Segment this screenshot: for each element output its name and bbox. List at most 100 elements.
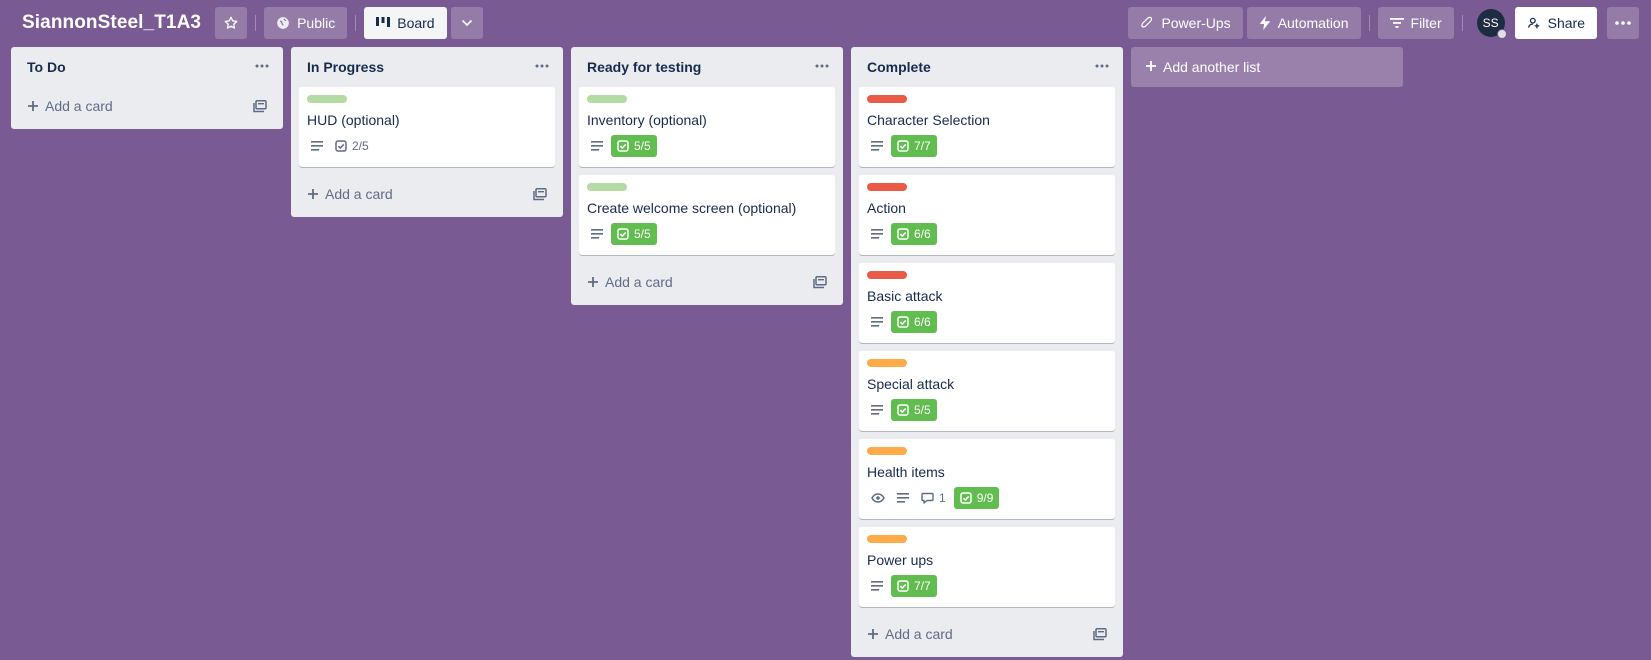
board-title[interactable]: SiannonSteel_T1A3 <box>12 6 211 40</box>
card-label[interactable] <box>867 447 907 455</box>
card[interactable]: Basic attack 6/6 <box>859 263 1115 343</box>
card-label[interactable] <box>307 95 347 103</box>
card[interactable]: HUD (optional) 2/5 <box>299 87 555 167</box>
list-header[interactable]: Complete <box>859 47 1115 87</box>
card-label[interactable] <box>867 359 907 367</box>
card[interactable]: Power ups 7/7 <box>859 527 1115 607</box>
add-list-label: Add another list <box>1163 59 1261 75</box>
template-icon[interactable] <box>533 187 547 201</box>
checklist-icon <box>959 492 972 504</box>
checklist-count: 2/5 <box>352 139 369 153</box>
list-menu-icon[interactable] <box>535 56 549 78</box>
template-icon[interactable] <box>813 275 827 289</box>
board-menu-button[interactable] <box>1607 7 1639 39</box>
card-title: Health items <box>867 464 945 480</box>
description-badge <box>867 399 887 421</box>
plus-icon <box>27 100 39 112</box>
eye-icon <box>871 493 885 503</box>
card-title: Action <box>867 200 906 216</box>
list-title[interactable]: Complete <box>867 59 931 75</box>
plus-icon <box>867 628 879 640</box>
checklist-badge: 6/6 <box>891 223 937 245</box>
power-ups-button[interactable]: Power-Ups <box>1128 7 1243 39</box>
visibility-button[interactable]: Public <box>264 7 348 39</box>
checklist-count: 6/6 <box>914 315 931 329</box>
checklist-count: 7/7 <box>914 139 931 153</box>
list-header[interactable]: To Do <box>19 47 275 87</box>
list-title[interactable]: Ready for testing <box>587 59 701 75</box>
card[interactable]: Inventory (optional) 5/5 <box>579 87 835 167</box>
card-label[interactable] <box>587 95 627 103</box>
checklist-badge: 7/7 <box>891 135 937 157</box>
checklist-badge: 5/5 <box>611 135 657 157</box>
header-divider <box>355 15 357 31</box>
board-canvas: To Do Add a card In Progress HUD (option… <box>11 47 1403 657</box>
list-menu-icon[interactable] <box>815 56 829 78</box>
card-title: HUD (optional) <box>307 112 400 128</box>
description-icon <box>871 405 883 415</box>
card[interactable]: Create welcome screen (optional) 5/5 <box>579 175 835 255</box>
rocket-icon <box>1140 16 1154 30</box>
add-card-button[interactable]: Add a card <box>859 615 1115 653</box>
share-button[interactable]: Share <box>1514 7 1597 39</box>
list-menu-icon[interactable] <box>1095 56 1109 78</box>
checklist-icon <box>617 228 629 240</box>
checklist-count: 7/7 <box>914 579 931 593</box>
list-menu-icon[interactable] <box>255 56 269 78</box>
card-title: Inventory (optional) <box>587 112 707 128</box>
card-badges: 2/5 <box>307 134 547 158</box>
avatar[interactable]: SS <box>1476 9 1507 39</box>
visibility-label: Public <box>297 15 336 31</box>
checklist-icon <box>897 404 909 416</box>
card-badges: 6/6 <box>867 222 1107 246</box>
header-divider <box>1461 15 1463 31</box>
add-list-button[interactable]: Add another list <box>1131 47 1403 87</box>
board-view-button[interactable]: Board <box>364 7 447 39</box>
card-title: Power ups <box>867 552 934 568</box>
checklist-icon <box>617 140 629 152</box>
template-icon[interactable] <box>253 99 267 113</box>
board-header: SiannonSteel_T1A3 Public Board Power-Ups <box>0 0 1651 46</box>
list-header[interactable]: Ready for testing <box>579 47 835 87</box>
add-card-button[interactable]: Add a card <box>19 87 275 125</box>
automation-button[interactable]: Automation <box>1246 7 1361 39</box>
card-label[interactable] <box>587 183 627 191</box>
description-badge <box>893 487 913 509</box>
add-card-button[interactable]: Add a card <box>299 175 555 213</box>
card-badges: 1 9/9 <box>867 486 1107 510</box>
description-icon <box>871 581 883 591</box>
checklist-count: 5/5 <box>634 139 651 153</box>
list: In Progress HUD (optional) 2/5 Add a car… <box>291 47 563 217</box>
card-badges: 7/7 <box>867 574 1107 598</box>
card-badges: 7/7 <box>867 134 1107 158</box>
description-badge <box>587 135 607 157</box>
card-list: Inventory (optional) 5/5 Create welcome … <box>579 87 835 255</box>
filter-button[interactable]: Filter <box>1377 7 1454 39</box>
star-button[interactable] <box>215 7 248 39</box>
card-title: Character Selection <box>867 112 990 128</box>
card[interactable]: Character Selection 7/7 <box>859 87 1115 167</box>
description-icon <box>871 141 883 151</box>
card[interactable]: Special attack 5/5 <box>859 351 1115 431</box>
add-card-button[interactable]: Add a card <box>579 263 835 301</box>
avatar-initials: SS <box>1482 16 1499 30</box>
comments-badge: 1 <box>917 487 950 509</box>
card[interactable]: Action 6/6 <box>859 175 1115 255</box>
checklist-icon <box>897 228 909 240</box>
board-icon <box>376 17 391 29</box>
card-label[interactable] <box>867 183 907 191</box>
add-card-label: Add a card <box>605 274 673 290</box>
card-title: Basic attack <box>867 288 943 304</box>
list-title[interactable]: In Progress <box>307 59 384 75</box>
list-title[interactable]: To Do <box>27 59 66 75</box>
description-badge <box>867 135 887 157</box>
card[interactable]: Health items 1 9/9 <box>859 439 1115 519</box>
list-header[interactable]: In Progress <box>299 47 555 87</box>
view-switcher-button[interactable] <box>450 7 483 39</box>
template-icon[interactable] <box>1093 627 1107 641</box>
header-divider <box>255 15 257 31</box>
card-label[interactable] <box>867 535 907 543</box>
card-label[interactable] <box>867 271 907 279</box>
card-label[interactable] <box>867 95 907 103</box>
description-badge <box>307 135 327 157</box>
